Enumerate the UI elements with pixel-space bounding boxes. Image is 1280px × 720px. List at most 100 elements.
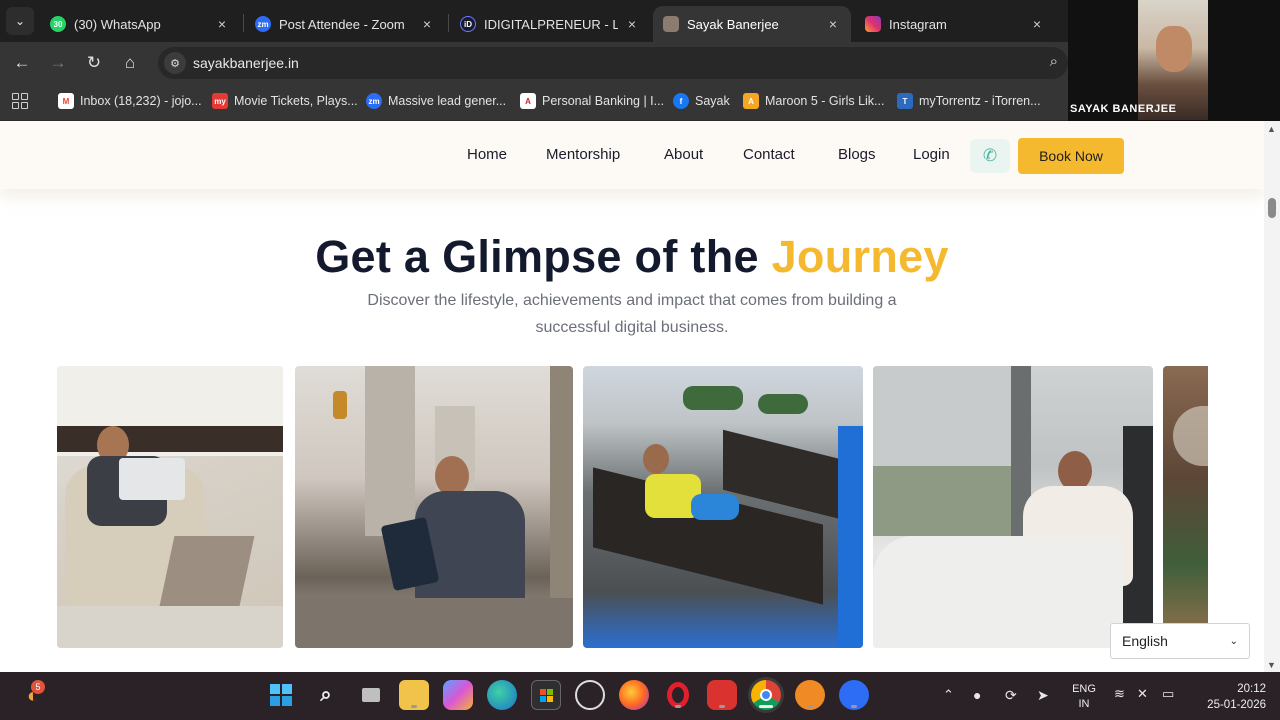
- tab-idigitalpreneur[interactable]: iD IDIGITALPRENEUR - Learn ×: [450, 6, 650, 42]
- dell-icon[interactable]: [575, 680, 605, 710]
- gmail-icon: M: [58, 93, 74, 109]
- bookmark-label: Massive lead gener...: [388, 94, 507, 108]
- gallery-photo-poolside[interactable]: [583, 366, 863, 648]
- powerpoint-icon[interactable]: [707, 680, 737, 710]
- scroll-thumb[interactable]: [1268, 198, 1276, 218]
- language-select[interactable]: English ⌄: [1110, 623, 1250, 659]
- axis-bank-icon: A: [520, 93, 536, 109]
- home-icon[interactable]: ⌂: [117, 50, 143, 76]
- gallery-photo-reading[interactable]: [295, 366, 573, 648]
- photo-table: [295, 598, 573, 648]
- bookmark-zoom[interactable]: zm Massive lead gener...: [366, 91, 506, 111]
- nav-blogs[interactable]: Blogs: [838, 146, 876, 163]
- gallery-photo-partial[interactable]: [1163, 366, 1208, 648]
- close-icon[interactable]: ×: [214, 16, 230, 32]
- tab-zoom[interactable]: zm Post Attendee - Zoom ×: [245, 6, 445, 42]
- gallery-photo-laptop[interactable]: [57, 366, 283, 648]
- photo-building: [365, 366, 415, 536]
- page-scrollbar[interactable]: ▲ ▼: [1264, 121, 1280, 672]
- zoom-icon[interactable]: [839, 680, 869, 710]
- nav-about[interactable]: About: [664, 146, 703, 163]
- torrent-icon: T: [897, 93, 913, 109]
- close-icon[interactable]: ×: [825, 16, 841, 32]
- site-info-icon[interactable]: ⚙: [164, 52, 186, 74]
- language-code: ENG: [1072, 683, 1096, 695]
- tab-title: Instagram: [889, 16, 947, 32]
- bookmark-label: Inbox (18,232) - jojo...: [80, 94, 202, 108]
- nav-contact[interactable]: Contact: [743, 146, 795, 163]
- video-call-tile[interactable]: SAYAK BANERJEE: [1068, 0, 1280, 121]
- notification-badge: 5: [31, 680, 45, 694]
- copilot-icon[interactable]: [443, 680, 473, 710]
- scroll-down-arrow-icon[interactable]: ▼: [1267, 660, 1276, 670]
- chrome-icon[interactable]: [751, 680, 781, 710]
- photo-legs: [159, 536, 255, 606]
- tab-instagram[interactable]: Instagram ×: [855, 6, 1055, 42]
- photo-lamp: [333, 391, 347, 419]
- task-view-icon[interactable]: [356, 680, 386, 710]
- file-explorer-icon[interactable]: [399, 680, 429, 710]
- sync-icon[interactable]: ⟳: [1005, 687, 1017, 704]
- system-clock[interactable]: 20:12 25-01-2026: [1190, 681, 1266, 713]
- store-logo: [539, 688, 553, 702]
- tab-search-dropdown-icon[interactable]: ⌄: [6, 7, 34, 35]
- search-icon[interactable]: ⌕: [311, 680, 341, 710]
- tab-whatsapp[interactable]: 30 (30) WhatsApp ×: [40, 6, 240, 42]
- firefox-icon[interactable]: [619, 680, 649, 710]
- book-now-button[interactable]: Book Now: [1018, 138, 1124, 174]
- bookmark-label: Maroon 5 - Girls Lik...: [765, 94, 885, 108]
- bookmark-maroon5[interactable]: A Maroon 5 - Girls Lik...: [743, 91, 884, 111]
- opera-icon[interactable]: [663, 680, 693, 710]
- photo-person-head: [435, 456, 469, 496]
- battery-icon[interactable]: ▭: [1162, 686, 1174, 702]
- site-favicon-icon: [663, 16, 679, 32]
- close-icon[interactable]: ×: [419, 16, 435, 32]
- input-language-indicator[interactable]: ENG IN: [1070, 682, 1098, 712]
- bookmark-label: myTorrentz - iTorren...: [919, 94, 1041, 108]
- photo-pillar: [550, 366, 573, 606]
- photo-bathtub: [873, 536, 1123, 648]
- mic-muted-icon[interactable]: ●: [973, 687, 981, 703]
- chevron-up-icon[interactable]: ⌃: [943, 687, 954, 703]
- bookmark-gmail[interactable]: M Inbox (18,232) - jojo...: [58, 91, 202, 111]
- apps-grid-icon[interactable]: [12, 93, 28, 109]
- tab-separator: [448, 14, 449, 32]
- windows-start-icon[interactable]: [266, 680, 296, 710]
- address-bar[interactable]: ⚙ sayakbanerjee.in ⌕: [158, 47, 1068, 79]
- nav-mentorship[interactable]: Mentorship: [546, 146, 620, 163]
- url-text[interactable]: sayakbanerjee.in: [193, 55, 299, 71]
- location-icon[interactable]: ➤: [1037, 687, 1049, 704]
- nav-home[interactable]: Home: [467, 146, 507, 163]
- browser-toolbar: ← → ↻ ⌂ ⚙ sayakbanerjee.in ⌕: [0, 42, 1068, 82]
- reload-icon[interactable]: ↻: [81, 50, 107, 76]
- bookmark-facebook[interactable]: f Sayak: [673, 91, 730, 111]
- zoom-icon: zm: [255, 16, 271, 32]
- whatsapp-icon: 30: [50, 16, 66, 32]
- bookmark-banking[interactable]: A Personal Banking | I...: [520, 91, 664, 111]
- bookmark-mytorrentz[interactable]: T myTorrentz - iTorren...: [897, 91, 1041, 111]
- scroll-up-arrow-icon[interactable]: ▲: [1267, 124, 1276, 134]
- facebook-icon: f: [673, 93, 689, 109]
- wifi-icon[interactable]: ≋: [1114, 686, 1125, 702]
- photo-arrow-overlay: [1173, 406, 1208, 466]
- gallery-photo-bathtub[interactable]: [873, 366, 1153, 648]
- tab-sayak-banerjee[interactable]: Sayak Banerjee ×: [653, 6, 851, 42]
- search-icon[interactable]: ⌕: [1050, 53, 1058, 70]
- forward-icon[interactable]: →: [45, 50, 71, 76]
- phone-icon[interactable]: ✆: [970, 139, 1010, 173]
- clock-time: 20:12: [1237, 683, 1266, 695]
- language-value: English: [1122, 633, 1168, 649]
- photo-railing: [57, 426, 283, 452]
- vlc-icon[interactable]: [795, 680, 825, 710]
- speaker-muted-icon[interactable]: ✕: [1137, 686, 1148, 702]
- bookmark-label: Sayak: [695, 94, 730, 108]
- microsoft-store-icon[interactable]: [531, 680, 561, 710]
- edge-icon[interactable]: [487, 680, 517, 710]
- back-icon[interactable]: ←: [9, 50, 35, 76]
- bookmark-bookmyshow[interactable]: my Movie Tickets, Plays...: [212, 91, 358, 111]
- nav-login[interactable]: Login: [913, 146, 950, 163]
- photo-person-head: [643, 444, 669, 474]
- tab-separator: [243, 14, 244, 32]
- close-icon[interactable]: ×: [624, 16, 640, 32]
- close-icon[interactable]: ×: [1029, 16, 1045, 32]
